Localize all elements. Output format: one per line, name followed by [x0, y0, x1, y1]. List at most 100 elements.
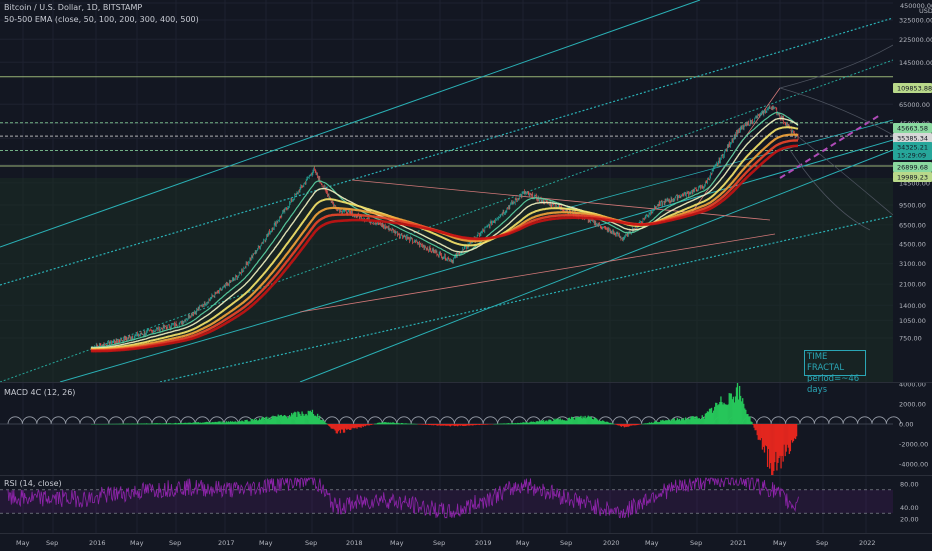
- price-axis[interactable]: 450000.00USD325000.00225000.00145000.006…: [893, 2, 932, 343]
- rsi-band: [0, 490, 893, 513]
- time-axis-label: Sep: [690, 539, 702, 547]
- macd-title[interactable]: MACD 4C (12, 26): [4, 388, 75, 397]
- fractal-arc: [440, 417, 454, 424]
- price-axis-label: 65000.00: [899, 101, 930, 109]
- time-axis-label: May: [773, 539, 787, 547]
- fractal-arc: [8, 417, 22, 424]
- time-axis-label: 2017: [218, 539, 235, 547]
- macd-bar: [751, 422, 752, 424]
- macd-axis-label: 2000.00: [899, 401, 926, 409]
- price-axis-label: 2100.00: [899, 281, 926, 289]
- fractal-arc: [498, 417, 512, 424]
- time-axis-label: May: [130, 539, 144, 547]
- fractal-arc: [411, 417, 425, 424]
- fractal-arc: [469, 417, 483, 424]
- fractal-arc: [339, 417, 353, 424]
- currency-label: USD: [919, 7, 932, 15]
- fractal-arc: [80, 417, 94, 424]
- arc-curve: [780, 45, 893, 88]
- fractal-arc: [397, 417, 411, 424]
- price-tag-label: 109853.88: [897, 85, 932, 93]
- macd-pane[interactable]: 4000.00 2000.00 0.00 -2000.00 -4000.00 MACD …: [0, 382, 932, 476]
- time-axis-label: 2018: [346, 539, 363, 547]
- macd-axis-label: -4000.00: [899, 461, 928, 469]
- macd-bar: [796, 424, 797, 436]
- fractal-arc: [109, 417, 123, 424]
- fractal-arc: [166, 417, 180, 424]
- time-fractal-line1: TIME FRACTAL: [807, 352, 863, 374]
- fractal-arc: [800, 417, 814, 424]
- time-fractal-note[interactable]: TIME FRACTAL period=~46 days: [804, 350, 866, 376]
- price-axis-label: 9500.00: [899, 202, 926, 210]
- price-tag-label: 26899.68: [897, 164, 928, 172]
- fractal-arc: [426, 417, 440, 424]
- time-axis-label: Sep: [305, 539, 317, 547]
- time-axis-label: May: [259, 539, 273, 547]
- time-axis-label: May: [16, 539, 30, 547]
- fractal-arc: [829, 417, 843, 424]
- macd-axis-label: 4000.00: [899, 383, 926, 389]
- price-axis-label: 1050.00: [899, 317, 926, 325]
- price-axis-label: 325000.00: [899, 17, 932, 25]
- time-axis-label: May: [645, 539, 659, 547]
- macd-axis-label: 0.00: [899, 421, 913, 429]
- time-axis-label: Sep: [433, 539, 445, 547]
- symbol-title[interactable]: Bitcoin / U.S. Dollar, 1D, BITSTAMP: [4, 3, 142, 12]
- macd-chart[interactable]: 4000.00 2000.00 0.00 -2000.00 -4000.00: [0, 383, 932, 476]
- time-axis-label: 2016: [89, 539, 106, 547]
- channel-shade: [0, 178, 893, 382]
- rsi-title[interactable]: RSI (14, close): [4, 479, 62, 488]
- price-tag-label: 15:29:09: [897, 152, 926, 160]
- fractal-arc: [613, 417, 627, 424]
- fractal-arc: [22, 417, 36, 424]
- fractal-arc: [152, 417, 166, 424]
- fractal-arc: [138, 417, 152, 424]
- fractal-arc: [483, 417, 497, 424]
- fractal-arc: [757, 417, 771, 424]
- price-tag-label: 19989.23: [897, 174, 928, 182]
- time-axis[interactable]: May Sep 2016 May Sep 2017 May Sep 2018 May Sep 2019…: [0, 533, 932, 551]
- time-axis-label: 2020: [603, 539, 620, 547]
- fractal-arc: [123, 417, 137, 424]
- rsi-axis-label: 40.00: [900, 504, 919, 512]
- time-axis-label: 2022: [859, 539, 876, 547]
- price-axis-label: 6500.00: [899, 221, 926, 229]
- rsi-chart[interactable]: 80.00 40.00 20.00: [0, 476, 932, 534]
- time-axis-label: May: [390, 539, 404, 547]
- time-axis-label: Sep: [816, 539, 828, 547]
- fractal-arc: [627, 417, 641, 424]
- fractal-arc: [771, 417, 785, 424]
- price-axis-label: 145000.00: [899, 59, 932, 67]
- time-axis-label: 2019: [475, 539, 492, 547]
- price-axis-label: 4500.00: [899, 241, 926, 249]
- price-axis-label: 225000.00: [899, 36, 932, 44]
- fractal-arc: [872, 417, 886, 424]
- fractal-arc: [325, 417, 339, 424]
- price-axis-label: 750.00: [899, 335, 922, 343]
- rsi-axis-label: 20.00: [900, 516, 919, 524]
- time-axis-label: Sep: [560, 539, 572, 547]
- time-axis-label: May: [516, 539, 530, 547]
- price-tag-label: 45663.58: [897, 125, 928, 133]
- rsi-pane[interactable]: 80.00 40.00 20.00 RSI (14, close): [0, 475, 932, 534]
- fractal-arc: [454, 417, 468, 424]
- fractal-arc: [354, 417, 368, 424]
- fractal-arc: [814, 417, 828, 424]
- price-tag-label: 35385.34: [897, 135, 928, 143]
- fractal-arc: [786, 417, 800, 424]
- ema-indicator-title[interactable]: 50-500 EMA (close, 50, 100, 200, 300, 40…: [4, 15, 199, 24]
- time-axis-label: Sep: [169, 539, 181, 547]
- fractal-arc: [843, 417, 857, 424]
- macd-axis-label: -2000.00: [899, 441, 928, 449]
- price-chart[interactable]: 450000.00USD325000.00225000.00145000.006…: [0, 0, 932, 382]
- rsi-axis-label: 80.00: [900, 481, 919, 489]
- time-axis-labels: May Sep 2016 May Sep 2017 May Sep 2018 May Sep 2019…: [0, 534, 932, 551]
- price-pane[interactable]: 450000.00USD325000.00225000.00145000.006…: [0, 0, 932, 382]
- fractal-arc: [858, 417, 872, 424]
- price-axis-label: 1400.00: [899, 302, 926, 310]
- fractal-arc: [94, 417, 108, 424]
- fractal-arc: [37, 417, 51, 424]
- price-axis-label: 3100.00: [899, 260, 926, 268]
- time-axis-label: 2021: [730, 539, 747, 547]
- time-axis-label: Sep: [46, 539, 58, 547]
